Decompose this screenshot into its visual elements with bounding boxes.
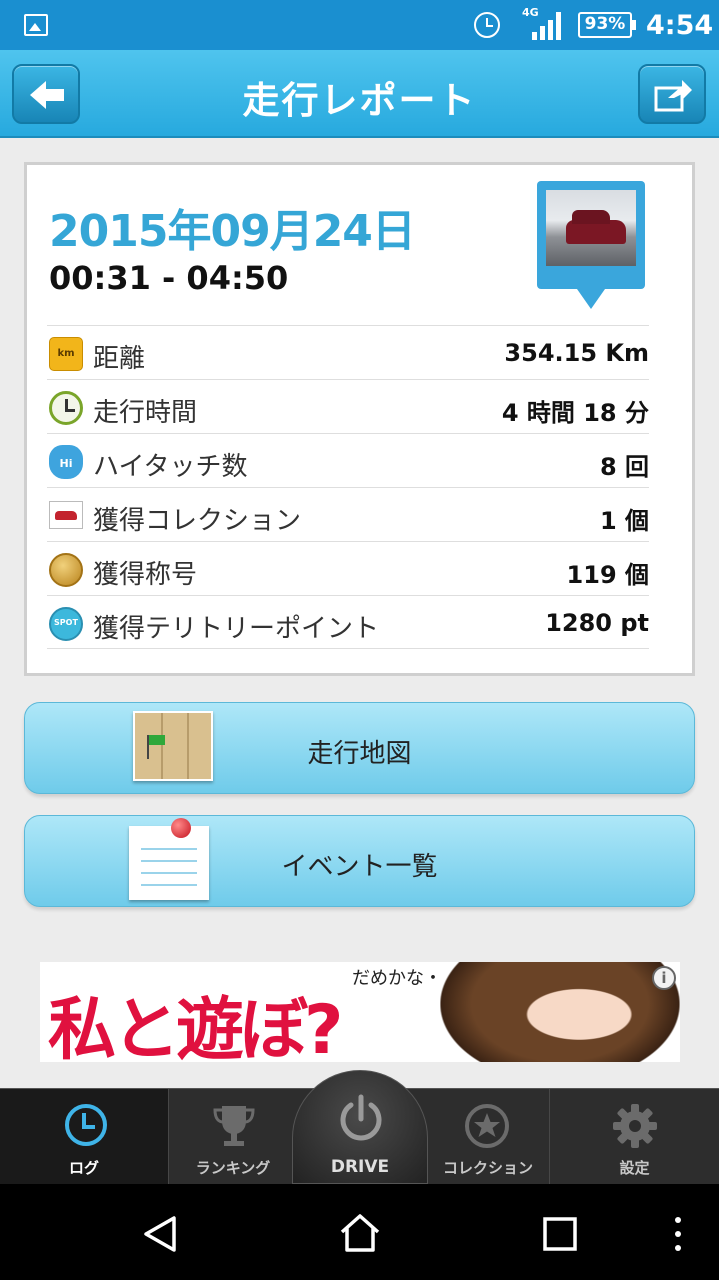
signal-icon [532,12,562,40]
home-nav-icon[interactable] [338,1212,382,1254]
battery-indicator: 93% [578,12,636,38]
recents-nav-icon[interactable] [542,1216,578,1252]
stat-label: 走行時間 [93,398,198,428]
tab-ranking[interactable]: ランキング [168,1089,298,1185]
alarm-icon [474,12,500,38]
title-bar: 走行レポート [0,50,719,138]
share-icon [654,80,692,112]
tab-log[interactable]: ログ [0,1089,168,1185]
clock-tab-icon [65,1104,107,1146]
stat-label: 獲得テリトリーポイント [93,614,380,644]
stat-row-drive-time: 走行時間 4 時間 18 分 [47,379,649,433]
clock-icon [49,391,83,425]
stat-label: 距離 [93,344,146,374]
stat-row-high-fives: Hi ハイタッチ数 8 回 [47,433,649,487]
back-nav-icon[interactable] [140,1214,180,1254]
car-photo [546,190,636,266]
medal-icon [49,553,83,587]
stat-value: 1280 pt [545,609,649,637]
stat-row-collections: 獲得コレクション 1 個 [47,487,649,541]
car-icon [49,501,83,529]
share-button[interactable] [638,64,706,124]
stat-value: 1 個 [599,507,649,535]
system-nav-bar [0,1184,719,1280]
stat-row-territory-points: SPOT 獲得テリトリーポイント 1280 pt [47,595,649,649]
ad-banner[interactable]: 私と遊ぼ? だめかな・・・? i [40,962,680,1062]
stat-label: 獲得コレクション [93,506,302,536]
ad-character-image [440,962,680,1062]
tab-settings-label: 設定 [619,1159,650,1177]
gear-icon [613,1104,657,1148]
report-card: 2015年09月24日 00:31 - 04:50 km 距離 354.15 K… [24,162,695,676]
tab-collection[interactable]: コレクション [428,1089,548,1185]
stat-label: 獲得称号 [93,560,198,590]
gallery-icon [24,14,48,36]
event-list-label: イベント一覧 [281,852,438,882]
stat-row-titles: 獲得称号 119 個 [47,541,649,595]
drive-map-label: 走行地図 [307,739,412,769]
stat-value: 4 時間 18 分 [501,399,649,427]
info-icon[interactable]: i [652,966,676,990]
drive-label: DRIVE [330,1157,390,1177]
power-icon [340,1094,382,1141]
stat-value: 119 個 [566,561,649,589]
trophy-icon [213,1106,255,1146]
clock-time: 4:54 [646,10,714,41]
more-vert-icon[interactable] [670,1214,686,1254]
report-time-range: 00:31 - 04:50 [49,259,289,297]
star-icon [465,1104,509,1148]
stat-value: 354.15 Km [504,339,649,367]
drive-map-button[interactable]: 走行地図 [24,702,695,794]
tab-log-label: ログ [68,1159,99,1177]
km-icon: km [49,337,83,371]
tab-collection-label: コレクション [442,1159,533,1177]
report-date: 2015年09月24日 [49,206,416,257]
event-list-button[interactable]: イベント一覧 [24,815,695,907]
spot-icon: SPOT [49,607,83,641]
stat-value: 8 回 [599,453,649,481]
ad-headline: 私と遊ぼ? [48,991,343,1062]
page-title: 走行レポート [242,79,477,122]
high-five-icon: Hi [49,445,83,479]
car-photo-pin[interactable] [537,181,645,309]
status-bar: 4G 93% 4:54 [0,0,719,50]
tab-settings[interactable]: 設定 [550,1089,719,1185]
tab-ranking-label: ランキング [195,1159,271,1177]
stats-list: km 距離 354.15 Km 走行時間 4 時間 18 分 Hi ハイタッチ数… [47,325,649,649]
stat-row-distance: km 距離 354.15 Km [47,325,649,379]
stat-label: ハイタッチ数 [93,452,248,482]
